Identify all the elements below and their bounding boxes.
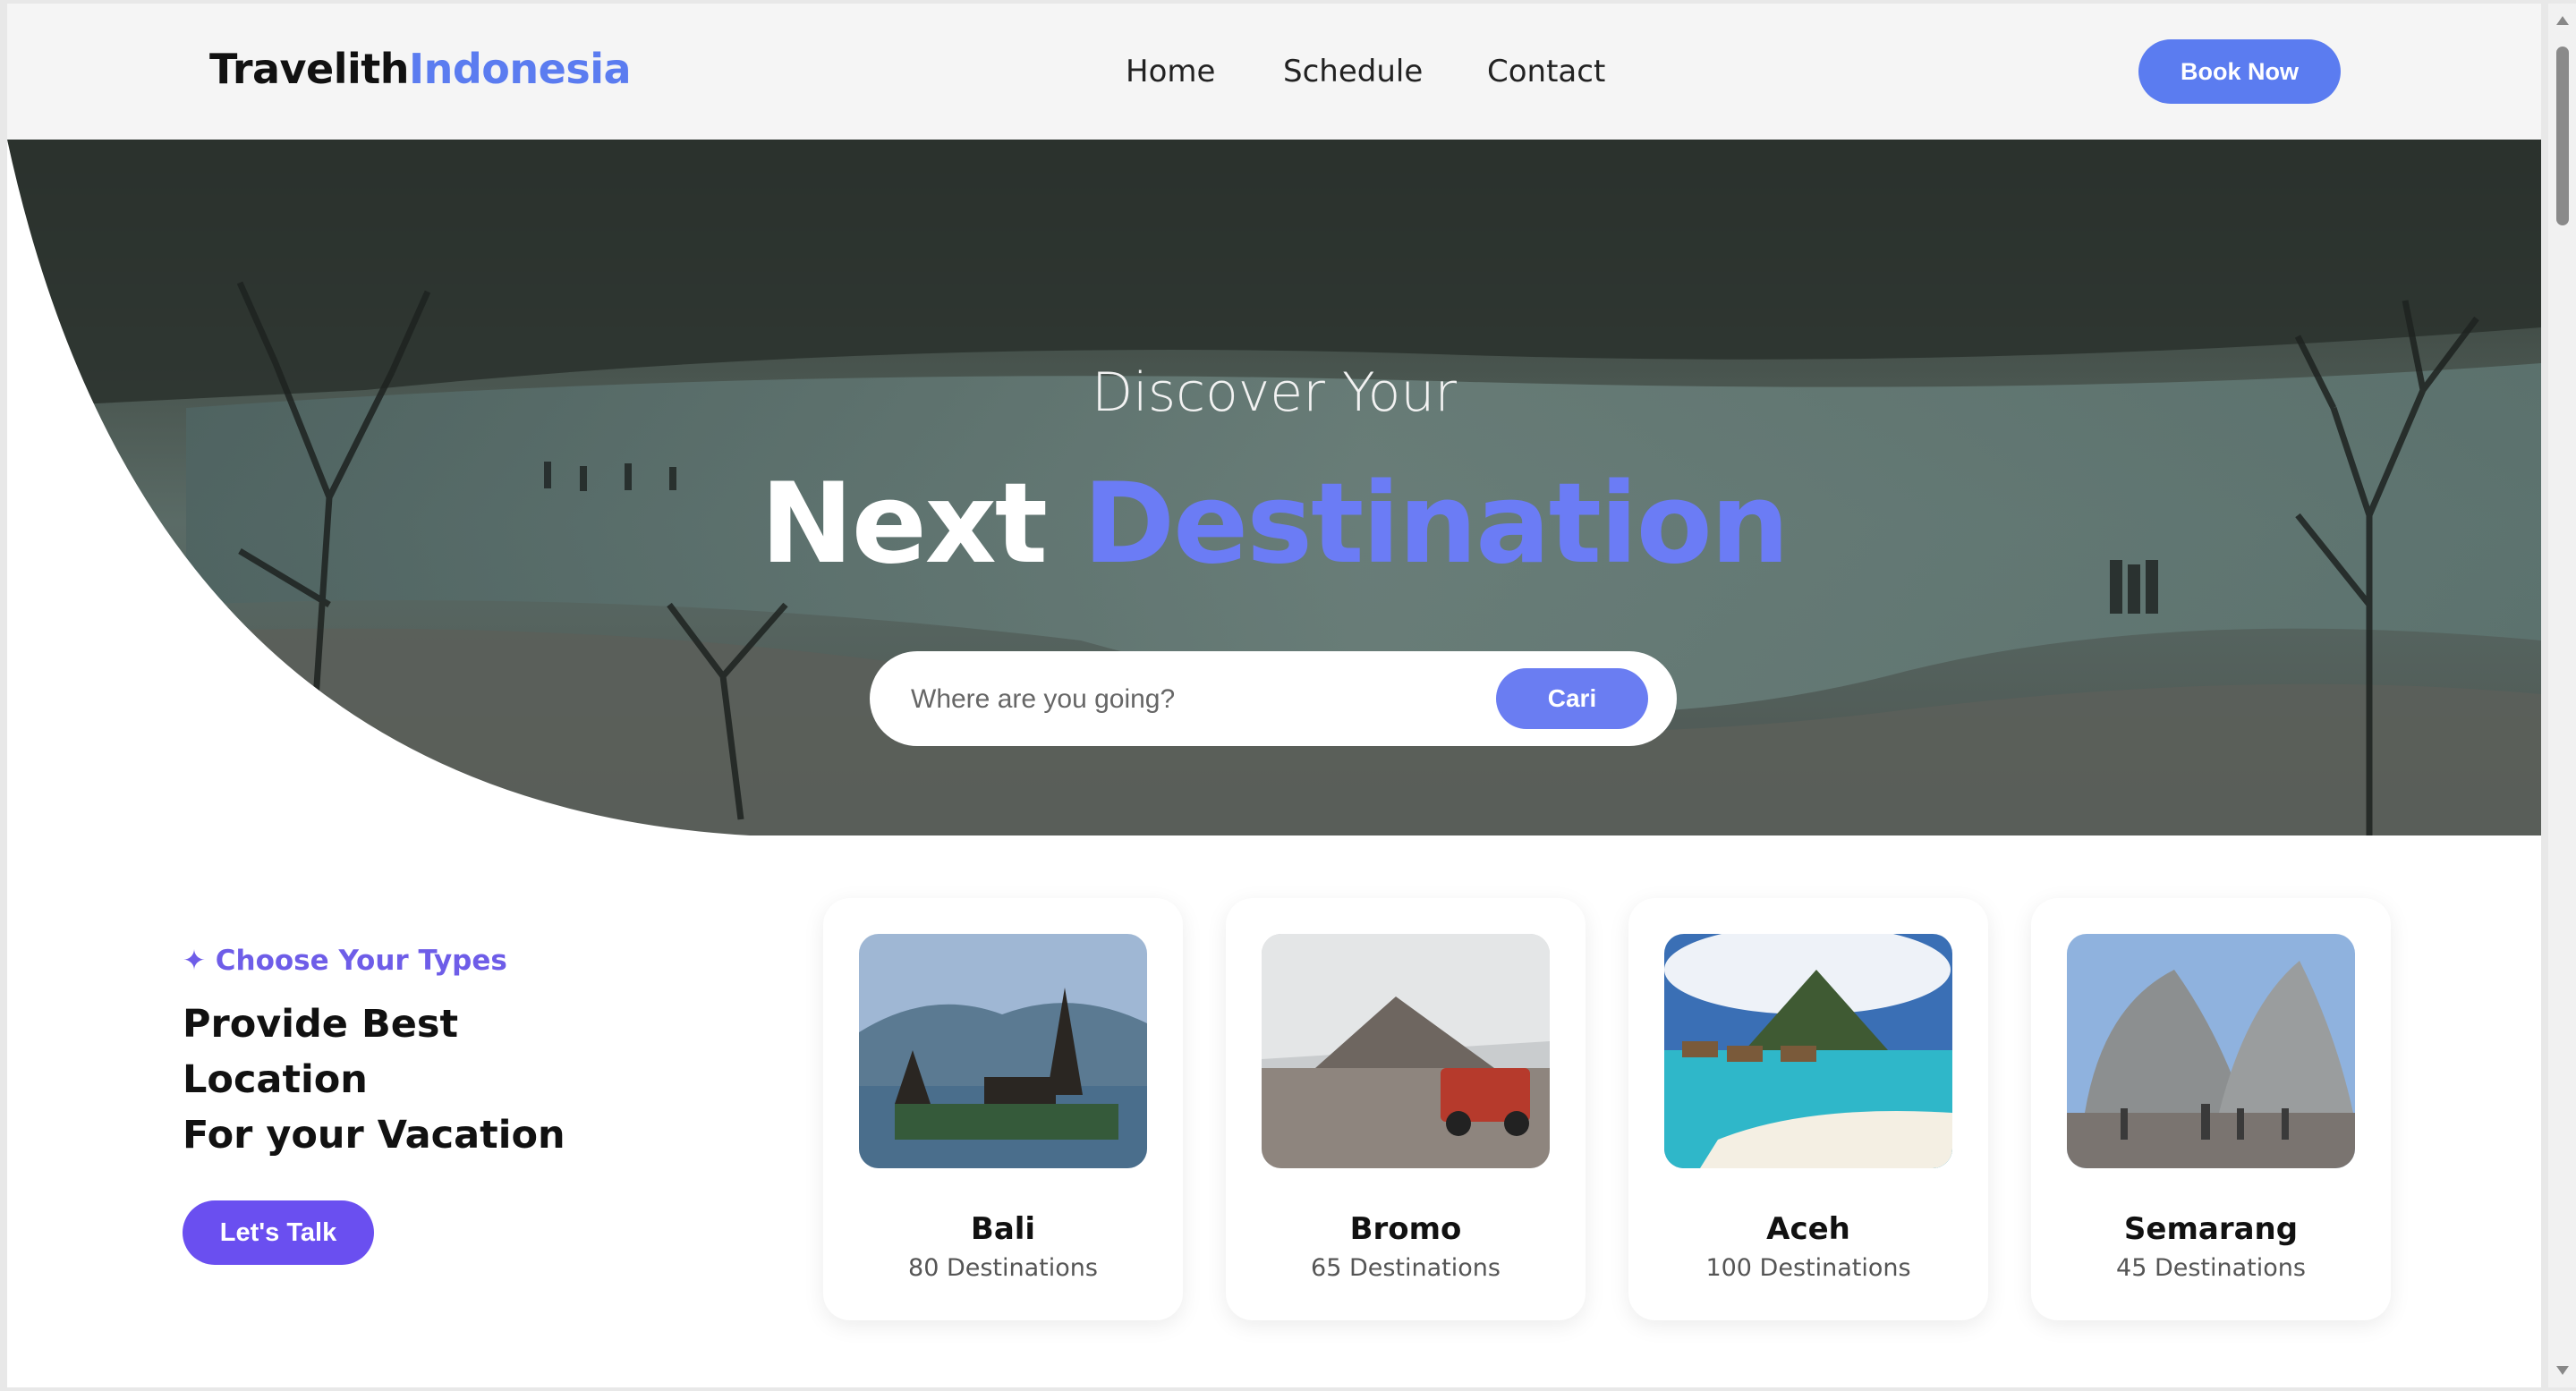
nav-link-schedule[interactable]: Schedule (1283, 54, 1423, 89)
nav-link-home[interactable]: Home (1126, 54, 1215, 89)
destination-card-aceh[interactable]: Aceh 100 Destinations (1628, 898, 1988, 1320)
search-bar: Cari (870, 651, 1677, 746)
destination-card-semarang[interactable]: Semarang 45 Destinations (2031, 898, 2391, 1320)
navbar: TravelithIndonesia Home Schedule Contact… (7, 4, 2541, 140)
hero-title-part2: Destination (1083, 460, 1790, 589)
browser-viewport: TravelithIndonesia Home Schedule Contact… (7, 4, 2541, 1387)
destination-count: 45 Destinations (2116, 1254, 2306, 1282)
section-heading: Provide Best Location For your Vacation (183, 997, 648, 1163)
section-label: ✦ Choose Your Types (183, 945, 507, 977)
hero-title-part1: Next (760, 460, 1048, 589)
destination-name: Bali (970, 1211, 1036, 1247)
destination-count: 65 Destinations (1311, 1254, 1501, 1282)
destination-name: Semarang (2123, 1211, 2299, 1247)
heading-line-1: Provide Best (183, 1002, 459, 1047)
search-button[interactable]: Cari (1496, 668, 1648, 729)
destination-count: 100 Destinations (1705, 1254, 1911, 1282)
hero-title: Next Destination (7, 460, 2541, 589)
destination-image-aceh (1664, 934, 1952, 1168)
scroll-down-arrow-icon[interactable] (2556, 1366, 2569, 1375)
destination-name: Aceh (1766, 1211, 1850, 1247)
destination-image-bromo (1262, 934, 1550, 1168)
brand-name-part2: Indonesia (409, 45, 632, 93)
scrollbar-thumb[interactable] (2556, 47, 2569, 225)
scroll-up-arrow-icon[interactable] (2556, 16, 2569, 25)
vertical-scrollbar[interactable] (2548, 4, 2576, 1387)
hero-section: Discover Your Next Destination Cari (7, 140, 2541, 835)
search-input[interactable] (909, 676, 1450, 723)
heading-line-3: For your Vacation (183, 1113, 565, 1158)
destination-image-bali (859, 934, 1147, 1168)
brand-logo[interactable]: TravelithIndonesia (209, 45, 632, 93)
destination-image-semarang (2067, 934, 2355, 1168)
destination-card-bali[interactable]: Bali 80 Destinations (823, 898, 1183, 1320)
destination-name: Bromo (1349, 1211, 1462, 1247)
heading-line-2: Location (183, 1057, 368, 1102)
book-now-button[interactable]: Book Now (2138, 39, 2341, 104)
hero-subtitle: Discover Your (1091, 361, 1458, 424)
destination-card-bromo[interactable]: Bromo 65 Destinations (1226, 898, 1586, 1320)
destination-count: 80 Destinations (908, 1254, 1098, 1282)
brand-name-part1: Travelith (209, 45, 410, 93)
nav-link-contact[interactable]: Contact (1487, 54, 1605, 89)
lets-talk-button[interactable]: Let's Talk (183, 1200, 374, 1265)
